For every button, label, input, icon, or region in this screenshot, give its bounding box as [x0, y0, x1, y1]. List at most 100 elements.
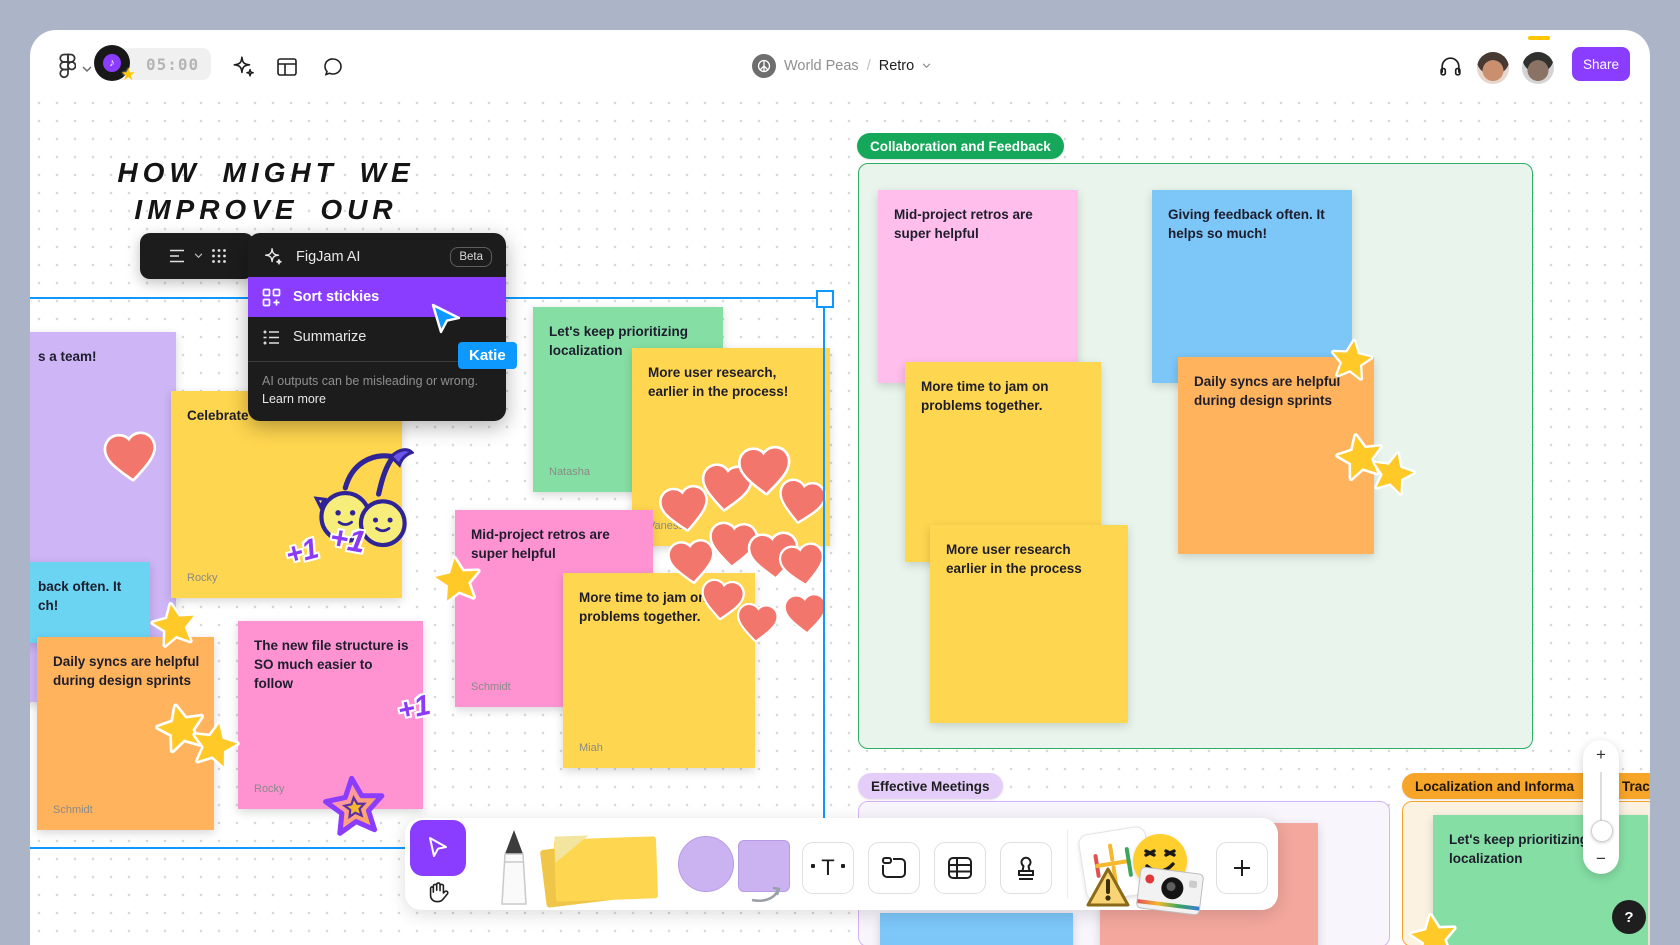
menu-item-sort-stickies[interactable]: Sort stickies — [248, 277, 506, 317]
selection-handle[interactable] — [816, 290, 834, 308]
active-user-indicator — [1528, 36, 1550, 40]
timer-widget[interactable]: ♪ ★ 05:00 — [94, 45, 212, 84]
sticky-author: Natasha — [549, 466, 590, 479]
sticky-text: The new file structure is SO much easier… — [254, 638, 409, 692]
headphones-icon — [1440, 57, 1461, 76]
context-toolbar[interactable] — [140, 233, 254, 279]
table-tool[interactable] — [934, 842, 986, 894]
section-label-collaboration[interactable]: Collaboration and Feedback — [857, 133, 1064, 159]
sticky-note-tool[interactable] — [539, 835, 661, 908]
figjam-ai-title: FigJam AI — [296, 249, 361, 265]
sticky-author: Schmidt — [53, 804, 93, 817]
plusone-icon: +1 — [327, 519, 369, 560]
zoom-in-button[interactable]: + — [1596, 740, 1606, 770]
zoom-controls: + − — [1583, 740, 1619, 874]
star-sticker[interactable] — [1404, 909, 1463, 945]
sticky-note-blue-bottom[interactable] — [880, 913, 1073, 945]
star-icon — [192, 721, 240, 770]
zoom-slider[interactable] — [1591, 772, 1613, 842]
sparkles-icon — [233, 56, 254, 77]
section-tool[interactable] — [868, 842, 920, 894]
sort-stickies-icon — [262, 288, 281, 306]
templates-button[interactable] — [275, 55, 299, 79]
section-label-localization-right: Track — [1622, 778, 1650, 794]
chevron-down-icon[interactable] — [194, 253, 203, 259]
section-tool-icon — [882, 857, 906, 878]
star-icon — [1408, 912, 1457, 945]
figjam-ai-sparkle-icon — [264, 248, 282, 265]
chevron-down-icon[interactable] — [922, 63, 931, 69]
help-button[interactable]: ? — [1612, 900, 1646, 934]
sticky-note-feedback-cut[interactable]: back often. It ch! — [30, 562, 150, 643]
beta-badge: Beta — [450, 247, 492, 267]
template-icon — [277, 58, 297, 76]
share-button[interactable]: Share — [1572, 47, 1630, 81]
cursor-tool-icon — [429, 837, 447, 857]
sticky-author: Schmidt — [471, 681, 511, 694]
figjam-canvas[interactable]: HOW MIGHT WE IMPROVE OUR PROCESS? Collab… — [30, 30, 1650, 945]
plusone-icon: +1 — [282, 532, 322, 572]
breadcrumb-page[interactable]: Retro — [879, 58, 914, 74]
heart-sticker[interactable] — [732, 598, 782, 653]
menu-item-label: Sort stickies — [293, 289, 380, 305]
avatar-collaborator-1[interactable] — [1477, 52, 1509, 84]
zoom-out-button[interactable]: − — [1596, 844, 1606, 874]
breadcrumb-project[interactable]: World Peas — [784, 58, 859, 74]
sticky-author: Miah — [579, 742, 603, 755]
figjam-ai-menu: FigJam AI Beta Sort stickies Summarize A… — [248, 233, 506, 422]
plusone-sticker[interactable]: +1 — [327, 519, 368, 561]
sticky-note-research-right[interactable]: More user research earlier in the proces… — [930, 525, 1128, 723]
breadcrumb[interactable]: World Peas / Retro — [752, 54, 931, 78]
star-sticker[interactable] — [183, 715, 246, 782]
star-sticker[interactable] — [146, 597, 205, 660]
sticky-note-feedback-right[interactable]: Giving feedback often. It helps so much! — [1152, 190, 1352, 383]
remote-cursor-katie — [430, 302, 464, 343]
plusone-icon: +1 — [394, 688, 434, 728]
warning-sticker-icon[interactable] — [1085, 866, 1131, 908]
zoom-slider-handle[interactable] — [1591, 820, 1613, 842]
star3d-sticker[interactable] — [317, 771, 392, 851]
sticky-text: More user research earlier in the proces… — [946, 542, 1082, 577]
comments-button[interactable] — [321, 55, 345, 79]
heart-sticker[interactable] — [99, 425, 163, 494]
select-tool[interactable] — [410, 820, 466, 876]
heart-icon — [103, 431, 156, 482]
chat-icon — [324, 58, 342, 76]
align-icon[interactable] — [168, 248, 186, 264]
sticky-text: More time to jam on problems together. — [921, 379, 1049, 414]
hand-tool[interactable] — [425, 880, 451, 911]
music-record-icon: ♪ ★ — [94, 45, 136, 84]
star3d-icon — [323, 775, 385, 836]
text-tool[interactable]: T — [802, 842, 854, 894]
menu-item-label: Summarize — [293, 329, 367, 345]
ai-tools-button[interactable] — [230, 54, 256, 80]
avatar-collaborator-2[interactable] — [1522, 52, 1554, 84]
table-tool-icon — [948, 857, 972, 879]
grid-handle-icon[interactable] — [211, 248, 227, 264]
learn-more-link[interactable]: Learn more — [262, 392, 326, 406]
selection-border-right — [823, 297, 825, 847]
audio-button[interactable] — [1438, 54, 1463, 79]
connector-arrow-icon[interactable] — [749, 880, 785, 904]
music-note-icon: ♪ — [103, 54, 121, 72]
marker-tool[interactable] — [493, 828, 535, 911]
shape-circle-tool[interactable] — [678, 836, 734, 892]
marker-icon — [501, 830, 527, 905]
plusone-sticker[interactable]: +1 — [395, 689, 434, 728]
sticky-text: Daily syncs are helpful during design sp… — [53, 654, 200, 689]
star-sticker[interactable] — [1325, 335, 1378, 392]
figjam-ai-header: FigJam AI Beta — [248, 237, 506, 277]
section-label-effective-meetings[interactable]: Effective Meetings — [858, 773, 1003, 799]
add-tool-button[interactable] — [1216, 842, 1268, 894]
sticky-note-retros-right[interactable]: Mid-project retros are super helpful — [878, 190, 1078, 383]
cursor-name-label: Katie — [458, 342, 517, 369]
stamp-tool-icon — [1018, 856, 1034, 880]
sticky-text: Mid-project retros are super helpful — [471, 527, 610, 562]
toolbar-divider — [1067, 830, 1068, 898]
sticky-text: Giving feedback often. It helps so much! — [1168, 207, 1325, 242]
star-sticker[interactable] — [428, 552, 487, 616]
camera-sticker-icon — [1135, 866, 1205, 916]
main-menu[interactable] — [52, 52, 92, 87]
chevron-down-icon — [82, 66, 92, 72]
stamp-tool[interactable] — [1000, 842, 1052, 894]
